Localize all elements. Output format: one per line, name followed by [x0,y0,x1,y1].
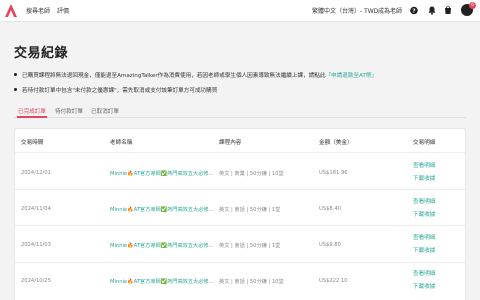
row-amount: US$222.10 [319,278,348,284]
logo-icon[interactable] [5,4,17,17]
become-teacher-link[interactable]: 成為老師 [378,6,402,15]
svg-text:?: ? [412,9,415,15]
top-nav: 搜尋老師 評價 繁體中文（台灣）- TWD 成為老師 ? 6 [0,0,480,22]
col-header-date: 交易時間 [21,140,44,146]
unpaid-note: 若待付款訂單中包含"未付款之優惠課"，需先取消或支付該筆訂單方可成功購買 [14,86,217,94]
row-amount: US$8.40 [319,206,341,212]
view-details-link[interactable]: 查看明細 [413,233,435,241]
view-details-link[interactable]: 查看明細 [413,161,435,169]
language-currency-selector[interactable]: 繁體中文（台灣）- TWD [312,6,378,15]
row-amount: US$181.96 [319,170,348,176]
notification-badge: 6 [469,2,476,9]
download-receipt-link[interactable]: 下載收據 [413,174,435,182]
active-tab-indicator [17,116,47,118]
refund-to-at-coins-link[interactable]: 「申請退款至AT幣」 [325,73,377,79]
col-header-details: 交易明細 [413,140,436,146]
download-receipt-link[interactable]: 下載收據 [413,246,435,254]
page-title: 交易紀錄 [14,46,69,61]
col-header-teacher: 老師名稱 [110,140,133,146]
refund-note-text: 已購買課程將無法退回現金，僅能退至AmazingTalker作為消費使用，若因老… [22,73,326,79]
row-amount: US$9.80 [319,242,341,248]
refund-note: 已購買課程將無法退回現金，僅能退至AmazingTalker作為消費使用，若因老… [14,71,377,79]
cart-icon[interactable] [444,6,452,15]
tab-pending-orders[interactable]: 待付款訂單 [55,107,83,115]
row-content: 英文 | 會話 | 50分鐘 | 1堂 [219,207,281,213]
row-content: 英文 | 會話 | 50分鐘 | 1堂 [219,243,281,249]
view-details-link[interactable]: 查看明細 [413,197,435,205]
row-content: 英文 | 會話 | 50分鐘 | 10堂 [219,279,284,285]
row-teacher[interactable]: Minnie🔥AT官方導師✅熱門高效五大必修... [110,242,214,249]
row-date: 2024/10/25 [21,278,51,284]
help-icon[interactable]: ? [410,6,418,15]
row-divider [15,262,465,263]
transactions-table: 交易時間 老師名稱 課程內容 金額（美金） 交易明細 2024/12/01 Mi… [14,128,466,300]
row-date: 2024/11/04 [21,206,51,212]
nav-find-teacher[interactable]: 搜尋老師 [26,6,50,15]
col-header-amount: 金額（美金） [319,140,353,146]
view-details-link[interactable]: 查看明細 [413,269,435,277]
row-teacher[interactable]: Minnie🔥AT官方導師✅熱門高效五大必修... [110,278,214,285]
order-tabs: 已完成訂單 待付款訂單 已取消訂單 [14,104,466,118]
download-receipt-link[interactable]: 下載收據 [413,282,435,290]
tab-completed-orders[interactable]: 已完成訂單 [18,107,46,115]
nav-reviews[interactable]: 評價 [57,6,69,15]
col-header-content: 課程內容 [219,140,242,146]
bullet-icon [14,88,17,91]
unpaid-note-text: 若待付款訂單中包含"未付款之優惠課"，需先取消或支付該筆訂單方可成功購買 [22,88,218,94]
row-divider [15,225,465,226]
bullet-icon [14,73,17,76]
bell-icon[interactable] [428,6,436,15]
row-content: 英文 | 商業 | 50分鐘 | 10堂 [219,171,284,177]
row-divider [15,189,465,190]
tab-cancelled-orders[interactable]: 已取消訂單 [91,107,119,115]
row-teacher[interactable]: Minnie🔥AT官方導師✅熱門高效五大必修... [110,170,214,177]
download-receipt-link[interactable]: 下載收據 [413,210,435,218]
row-teacher[interactable]: Minnie🔥AT官方導師✅熱門高效五大必修... [110,206,214,213]
row-date: 2024/12/01 [21,170,51,176]
header-divider [15,152,465,153]
row-date: 2024/11/03 [21,242,51,248]
